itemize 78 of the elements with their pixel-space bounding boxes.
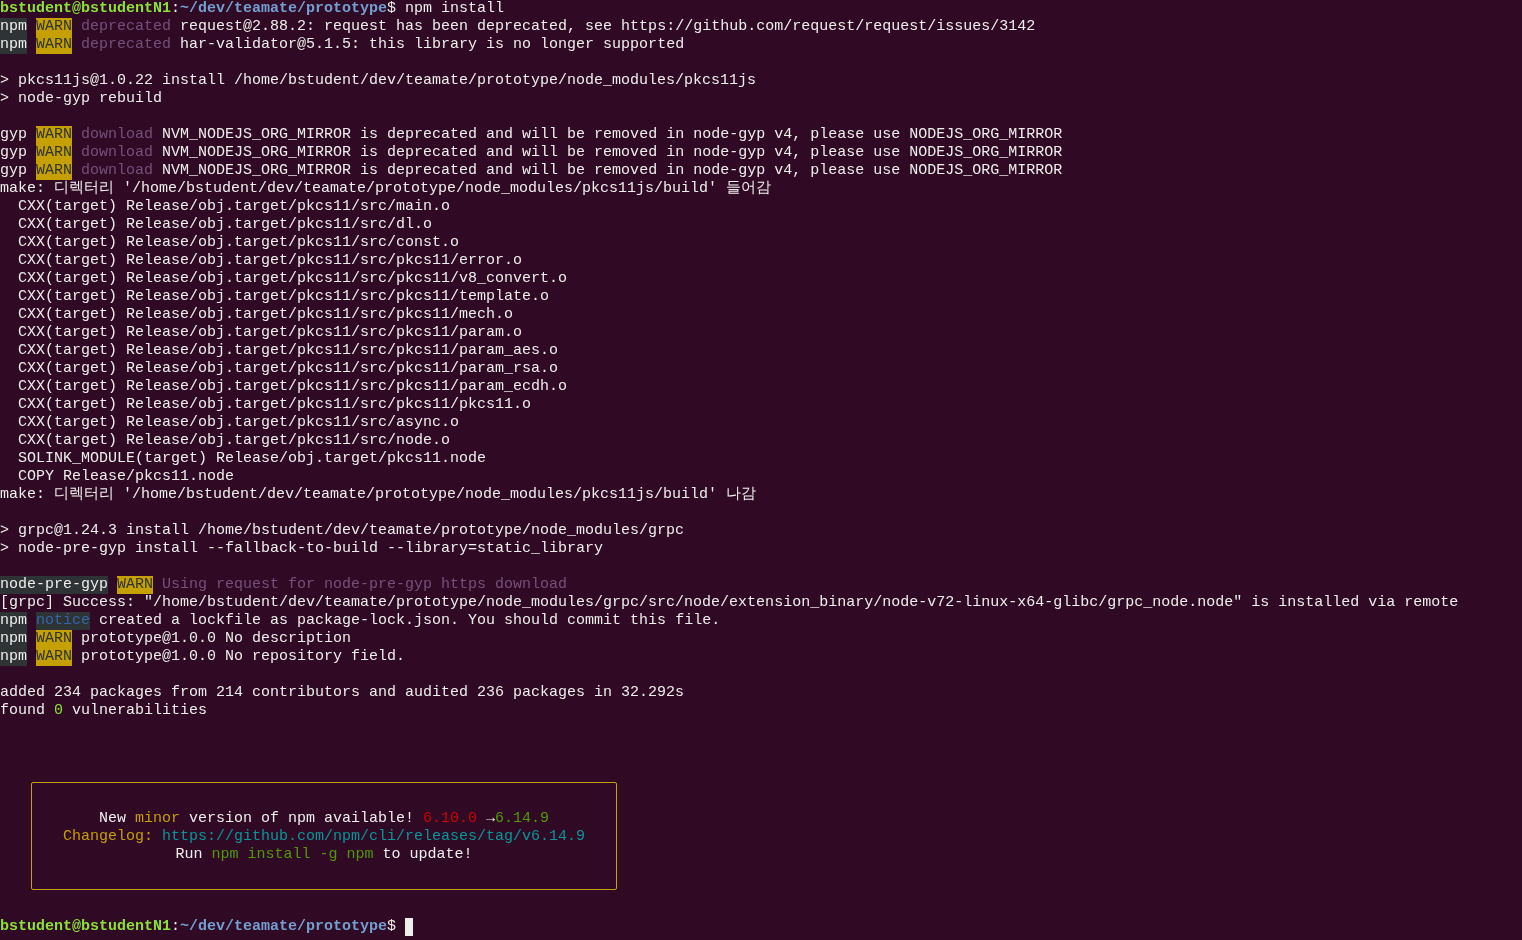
prompt-path: ~/dev/teamate/prototype [180, 918, 388, 936]
output-text: CXX(target) Release/obj.target/pkcs11/src/pkcs11/param_ecdh.o [17, 378, 568, 396]
warn-label: WARN [36, 126, 73, 144]
output-text: CXX(target) Release/obj.target/pkcs11/src/const.o [17, 234, 460, 252]
output-text: $ [387, 918, 397, 936]
old-version: 6.10.0 [423, 810, 478, 828]
log-category: download [81, 162, 154, 180]
output-text: COPY Release/pkcs11.node [17, 468, 235, 486]
warn-label: WARN [36, 36, 73, 54]
log-prefix: npm [0, 18, 27, 36]
warn-label: WARN [36, 18, 73, 36]
output-text: NVM_NODEJS_ORG_MIRROR is deprecated and will be removed in node-gyp v4, please use NODEJS_ORG_MIRROR [161, 162, 1063, 180]
output-text: SOLINK_MODULE(target) Release/obj.target/pkcs11.node [17, 450, 487, 468]
output-text: added 234 packages from 214 contributors and audited 236 packages in 32.292s [0, 684, 685, 702]
highlight-text: Changelog: [62, 828, 153, 846]
output-text: : [171, 918, 181, 936]
log-category: deprecated [81, 36, 172, 54]
output-text: CXX(target) Release/obj.target/pkcs11/src/pkcs11/param_rsa.o [17, 360, 559, 378]
log-prefix: node-pre-gyp [0, 576, 109, 594]
log-prefix: npm [0, 36, 27, 54]
output-text: [grpc] Success: "/home/bstudent/dev/teamate/prototype/node_modules/grpc/src/node/extension_binary/node-v72-linux-x64-glibc/grpc_node.node" is installed via remote [0, 594, 1459, 612]
output-text: created a lockfile as package-lock.json. You should commit this file. [98, 612, 721, 630]
output-text: har-validator@5.1.5: this library is no longer supported [179, 36, 685, 54]
log-prefix: npm [0, 612, 27, 630]
output-text: > grpc@1.24.3 install /home/bstudent/dev/teamate/prototype/node_modules/grpc [0, 522, 685, 540]
output-text: CXX(target) Release/obj.target/pkcs11/src/pkcs11/v8_convert.o [17, 270, 568, 288]
output-text: CXX(target) Release/obj.target/pkcs11/src/pkcs11/template.o [17, 288, 550, 306]
output-text: vulnerabilities [71, 702, 208, 720]
warn-label: WARN [117, 576, 154, 594]
output-text: > node-pre-gyp install --fallback-to-build --library=static_library [0, 540, 604, 558]
prompt-path: ~/dev/teamate/prototype [180, 0, 388, 18]
warn-label: WARN [36, 630, 73, 648]
log-category: download [81, 144, 154, 162]
log-prefix: gyp [0, 126, 27, 144]
output-text: CXX(target) Release/obj.target/pkcs11/src/async.o [17, 414, 460, 432]
output-text: NVM_NODEJS_ORG_MIRROR is deprecated and will be removed in node-gyp v4, please use NODEJS_ORG_MIRROR [161, 144, 1063, 162]
output-text: CXX(target) Release/obj.target/pkcs11/src/main.o [17, 198, 451, 216]
warn-label: WARN [36, 162, 73, 180]
warn-label: WARN [36, 648, 73, 666]
output-text: request@2.88.2: request has been deprecated, see https://github.com/request/request/issues/3142 [179, 18, 1036, 36]
log-prefix: gyp [0, 144, 27, 162]
output-text: New [98, 810, 127, 828]
log-prefix: gyp [0, 162, 27, 180]
log-category: Using request for node-pre-gyp https download [162, 576, 568, 594]
output-text: > node-gyp rebuild [0, 90, 163, 108]
log-prefix: npm [0, 630, 27, 648]
output-text: make: 디렉터리 '/home/bstudent/dev/teamate/prototype/node_modules/pkcs11js/build' 나감 [0, 486, 757, 504]
output-text: NVM_NODEJS_ORG_MIRROR is deprecated and will be removed in node-gyp v4, please use NODEJS_ORG_MIRROR [161, 126, 1063, 144]
output-text: CXX(target) Release/obj.target/pkcs11/src/pkcs11/param.o [17, 324, 523, 342]
user-host: bstudent@bstudentN1 [0, 0, 172, 18]
output-text: CXX(target) Release/obj.target/pkcs11/src/node.o [17, 432, 451, 450]
notice-label: notice [36, 612, 91, 630]
output-text: → [485, 810, 496, 828]
output-text: Run [175, 846, 204, 864]
log-category: download [81, 126, 154, 144]
output-text: version of npm available! [187, 810, 415, 828]
log-prefix: npm [0, 648, 27, 666]
count-value: 0 [54, 702, 64, 720]
highlight-text: minor [134, 810, 180, 828]
output-text: prototype@1.0.0 No repository field. [81, 648, 406, 666]
output-text: $ npm install [387, 0, 505, 18]
highlight-text: 6.14.9 [495, 810, 550, 828]
output-text: prototype@1.0.0 No description [81, 630, 352, 648]
output-text: CXX(target) Release/obj.target/pkcs11/src/pkcs11/pkcs11.o [17, 396, 532, 414]
highlight-text: npm install -g npm [211, 846, 374, 864]
output-text: found [0, 702, 46, 720]
changelog-link[interactable]: https://github.com/npm/cli/releases/tag/v6.14.9 [152, 828, 586, 846]
output-text: to update! [381, 846, 473, 864]
output-text: : [171, 0, 181, 18]
log-category: deprecated [81, 18, 172, 36]
warn-label: WARN [36, 144, 73, 162]
user-host: bstudent@bstudentN1 [0, 918, 172, 936]
output-text: CXX(target) Release/obj.target/pkcs11/src/pkcs11/mech.o [17, 306, 514, 324]
output-text: CXX(target) Release/obj.target/pkcs11/src/pkcs11/error.o [17, 252, 523, 270]
output-text: CXX(target) Release/obj.target/pkcs11/src/dl.o [17, 216, 433, 234]
output-text: CXX(target) Release/obj.target/pkcs11/src/pkcs11/param_aes.o [17, 342, 559, 360]
output-text: > pkcs11js@1.0.22 install /home/bstudent/dev/teamate/prototype/node_modules/pkcs11js [0, 72, 757, 90]
output-text: make: 디렉터리 '/home/bstudent/dev/teamate/prototype/node_modules/pkcs11js/build' 들어감 [0, 180, 772, 198]
